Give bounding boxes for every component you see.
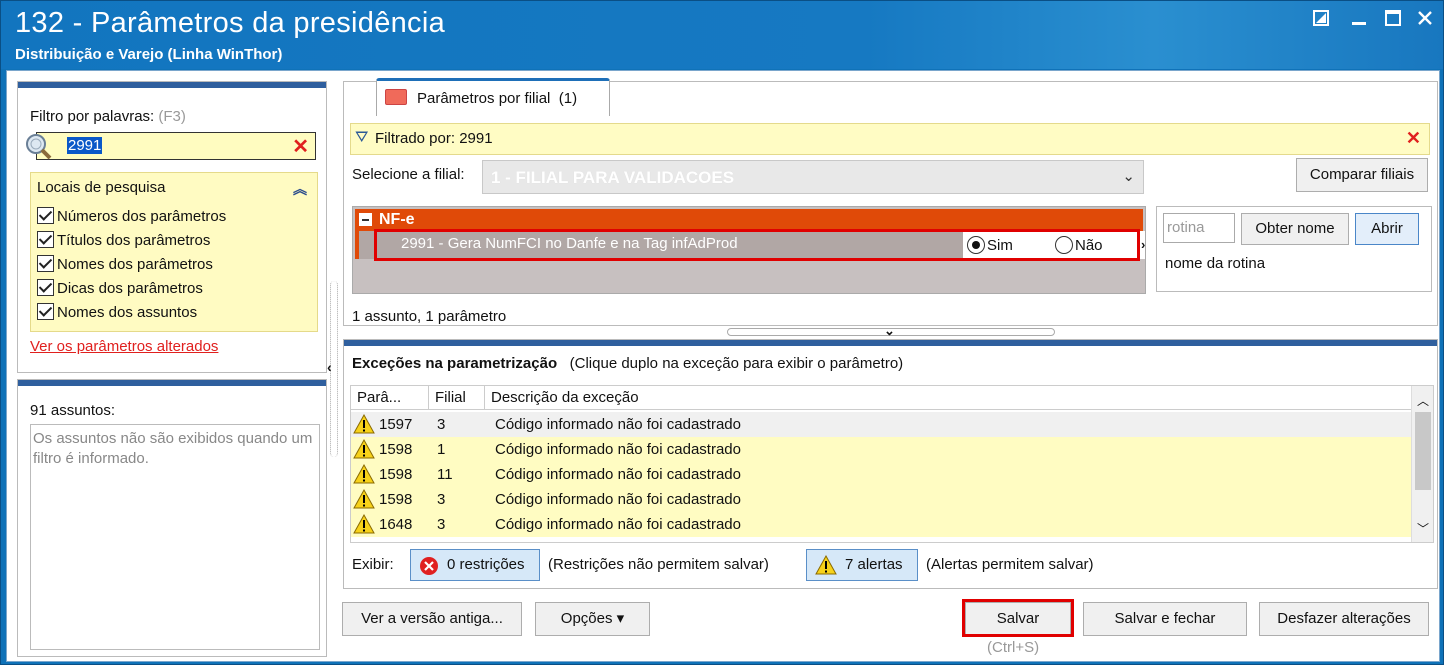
column-header-description[interactable]: Descrição da exceção <box>485 386 1413 410</box>
restore-icon[interactable] <box>1309 9 1333 33</box>
panel-header-bar <box>18 82 326 88</box>
filter-panel: Filtro por palavras: (F3) 2991 ✕ Locais … <box>17 81 327 373</box>
undo-changes-button[interactable]: Desfazer alterações <box>1259 602 1429 636</box>
open-button[interactable]: Abrir <box>1355 213 1419 245</box>
checkbox-icon <box>37 231 54 248</box>
exceptions-header: Exceções na parametrização (Clique duplo… <box>352 355 903 372</box>
close-icon[interactable] <box>1413 9 1437 33</box>
get-name-button[interactable]: Obter nome <box>1241 213 1349 245</box>
chevron-right-icon[interactable]: › <box>1141 237 1145 252</box>
old-version-button[interactable]: Ver a versão antiga... <box>342 602 522 636</box>
window-subtitle: Distribuição e Varejo (Linha WinThor) <box>15 46 283 63</box>
highlight-save-button <box>962 599 1074 637</box>
vertical-scrollbar[interactable]: ︿ ﹀ <box>1411 386 1433 542</box>
tab-parameters-by-branch[interactable]: Parâmetros por filial (1) <box>376 78 610 116</box>
routine-input[interactable]: rotina <box>1163 213 1235 243</box>
filter-input[interactable]: 2991 ✕ <box>26 132 316 160</box>
exceptions-hint: (Clique duplo na exceção para exibir o p… <box>569 355 904 372</box>
show-label: Exibir: <box>352 556 394 573</box>
scroll-thumb[interactable] <box>1415 412 1431 490</box>
warning-icon <box>353 464 375 484</box>
filter-status-text: Filtrado por: 2991 <box>375 130 493 147</box>
exceptions-table: Parâ... Filial Descrição da exceção 1597… <box>350 385 1434 543</box>
warning-icon <box>353 414 375 434</box>
panel-header-bar <box>344 340 1437 346</box>
table-row[interactable]: 1598 3 Código informado não foi cadastrado <box>351 487 1411 512</box>
exceptions-panel: Exceções na parametrização (Clique duplo… <box>343 339 1438 589</box>
restrictions-toggle-button[interactable]: 0 restrições <box>410 549 540 581</box>
checkbox-icon <box>37 279 54 296</box>
scroll-down-icon[interactable]: ﹀ <box>1417 520 1429 537</box>
app-window: 132 - Parâmetros da presidência Distribu… <box>0 0 1444 665</box>
maximize-icon[interactable] <box>1381 9 1405 33</box>
restrictions-note: (Restrições não permitem salvar) <box>548 556 769 573</box>
routine-name-label: nome da rotina <box>1165 255 1266 272</box>
subjects-count: 91 assuntos: <box>30 402 116 419</box>
clear-filter-icon[interactable]: ✕ <box>292 134 309 159</box>
highlight-parameter-row <box>374 229 1140 261</box>
search-locations-title: Locais de pesquisa <box>37 179 166 196</box>
subjects-note: Os assuntos não são exibidos quando um f… <box>30 424 320 650</box>
filter-value: 2991 <box>67 137 103 154</box>
table-row[interactable]: 1598 1 Código informado não foi cadastrado <box>351 437 1411 462</box>
search-locations-box: Locais de pesquisa ︽ Números dos parâmet… <box>30 172 318 332</box>
routine-box: rotina Obter nome Abrir nome da rotina <box>1156 206 1432 292</box>
compare-branches-button[interactable]: Comparar filiais <box>1296 158 1428 192</box>
checkbox-icon <box>37 303 54 320</box>
save-shortcut: (Ctrl+S) <box>987 639 1040 656</box>
client-area: Filtro por palavras: (F3) 2991 ✕ Locais … <box>6 70 1440 662</box>
panel-header-bar <box>18 380 326 386</box>
clear-filter-status-icon[interactable]: ✕ <box>1406 128 1421 149</box>
checkbox-parameter-titles[interactable]: Títulos dos parâmetros <box>37 231 210 251</box>
options-label: Opções <box>560 610 613 627</box>
checkbox-icon <box>37 207 54 224</box>
table-row[interactable]: 1598 11 Código informado não foi cadastrad… <box>351 462 1411 487</box>
window-title: 132 - Parâmetros da presidência <box>15 7 446 39</box>
branch-value: 1 - FILIAL PARA VALIDACOES <box>491 168 735 187</box>
column-header-branch[interactable]: Filial <box>429 386 485 410</box>
branch-label: Selecione a filial: <box>352 166 465 183</box>
checkbox-subject-names[interactable]: Nomes dos assuntos <box>37 303 197 323</box>
warning-icon <box>353 439 375 459</box>
collapse-down-icon[interactable]: ⌄ <box>884 323 895 339</box>
warning-icon <box>353 514 375 534</box>
alerts-toggle-button[interactable]: 7 alertas <box>806 549 918 581</box>
subjects-panel: 91 assuntos: Os assuntos não são exibido… <box>17 379 327 657</box>
collapse-left-icon[interactable]: ‹ <box>327 359 332 375</box>
minimize-icon[interactable] <box>1347 9 1371 33</box>
alerts-note: (Alertas permitem salvar) <box>926 556 1094 573</box>
table-row[interactable]: 1648 3 Código informado não foi cadastrado <box>351 512 1411 537</box>
parameters-panel: Parâmetros por filial (1) ⛛ Filtrado por… <box>343 78 1438 326</box>
tab-label: Parâmetros por filial (1) <box>417 90 578 107</box>
filter-label: Filtro por palavras: (F3) <box>30 108 186 125</box>
search-icon <box>26 134 52 160</box>
warning-icon <box>815 555 837 575</box>
changed-params-link[interactable]: Ver os parâmetros alterados <box>30 338 218 355</box>
scroll-up-icon[interactable]: ︿ <box>1417 392 1429 409</box>
group-label: NF-e <box>379 211 415 228</box>
branch-select[interactable]: 1 - FILIAL PARA VALIDACOES ⌄ <box>482 160 1144 194</box>
checkbox-parameter-tips[interactable]: Dicas dos parâmetros <box>37 279 203 299</box>
group-row-nfe[interactable]: NF-e <box>355 209 1143 231</box>
error-icon <box>420 557 438 575</box>
filter-status-bar: ⛛ Filtrado por: 2991 ✕ <box>350 123 1430 155</box>
parameters-summary: 1 assunto, 1 parâmetro <box>352 308 507 325</box>
table-row[interactable]: 1597 3 Código informado não foi cadastrado <box>351 412 1411 437</box>
warning-icon <box>353 489 375 509</box>
checkbox-icon <box>37 255 54 272</box>
collapse-icon[interactable]: ︽ <box>293 179 307 199</box>
save-and-close-button[interactable]: Salvar e fechar <box>1083 602 1247 636</box>
chevron-down-icon: ⌄ <box>1122 168 1135 185</box>
filter-shortcut: (F3) <box>158 108 186 125</box>
checkbox-parameter-names[interactable]: Nomes dos parâmetros <box>37 255 213 275</box>
caret-down-icon: ▾ <box>616 610 625 627</box>
column-header-param[interactable]: Parâ... <box>351 386 429 410</box>
folder-icon <box>385 89 407 105</box>
options-button[interactable]: Opções ▾ <box>535 602 650 636</box>
title-bar[interactable]: 132 - Parâmetros da presidência Distribu… <box>1 1 1443 69</box>
collapse-group-icon[interactable] <box>359 213 372 226</box>
exceptions-title: Exceções na parametrização <box>352 355 558 372</box>
funnel-icon: ⛛ <box>355 129 369 146</box>
checkbox-parameter-numbers[interactable]: Números dos parâmetros <box>37 207 226 227</box>
